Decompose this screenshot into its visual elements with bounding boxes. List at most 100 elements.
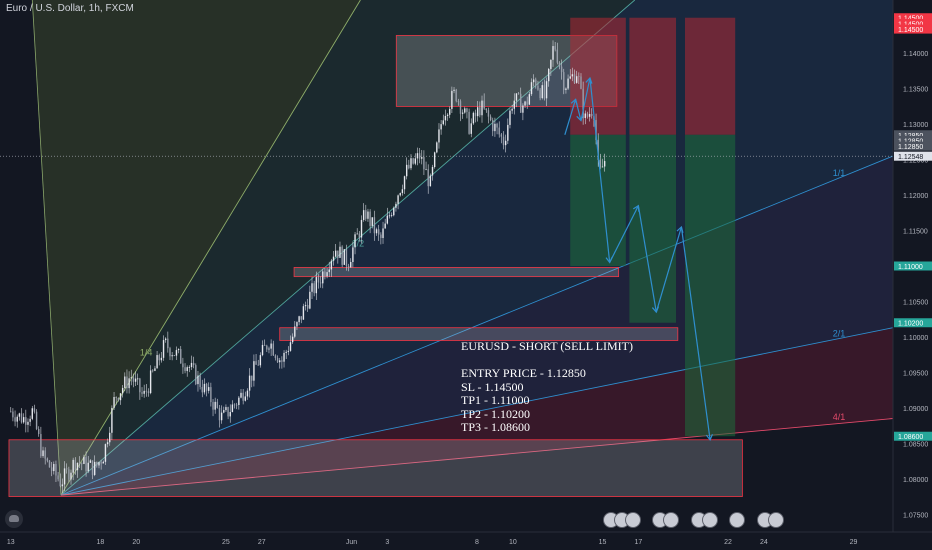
candle-body <box>210 387 212 403</box>
avatar-icon[interactable] <box>767 512 784 528</box>
candle-body <box>38 428 40 435</box>
candle-body <box>511 108 513 111</box>
candle-body <box>554 46 556 50</box>
candle-body <box>324 271 326 277</box>
candle-body <box>109 432 111 443</box>
candle-body <box>438 129 440 143</box>
candle-body <box>261 344 264 356</box>
candle-body <box>451 90 453 109</box>
y-tick-label: 1.09500 <box>903 370 928 377</box>
candle-body <box>259 355 262 366</box>
avatar-icon[interactable] <box>729 512 746 528</box>
candle-body <box>180 349 182 364</box>
candle-body <box>74 459 77 471</box>
candle-body <box>410 158 412 169</box>
candle-body <box>532 79 535 83</box>
candle-body <box>291 336 294 343</box>
candle-body <box>427 169 429 187</box>
candle-body <box>513 100 515 109</box>
candle-body <box>472 112 475 124</box>
candle-body <box>586 113 589 117</box>
candle-body <box>164 338 167 341</box>
candle-body <box>535 79 537 86</box>
candle-body <box>68 469 70 480</box>
candle-body <box>418 153 421 159</box>
candle-body <box>57 475 59 480</box>
candle-body <box>543 85 546 99</box>
candle-body <box>253 361 255 381</box>
candle-body <box>560 66 563 73</box>
x-tick-label: 24 <box>760 539 768 546</box>
note-line <box>461 354 633 368</box>
trade-note: EURUSD - SHORT (SELL LIMIT) ENTRY PRICE … <box>461 339 633 435</box>
candle-body <box>102 461 104 464</box>
candle-body <box>42 450 44 457</box>
candle-body <box>72 459 74 473</box>
candle-body <box>212 402 214 410</box>
candle-body <box>12 411 14 418</box>
candle-body <box>184 367 186 372</box>
candle-body <box>494 123 496 132</box>
note-line: TP2 - 1.10200 <box>461 406 530 421</box>
candle-body <box>548 68 550 82</box>
avatar-icon[interactable] <box>701 512 718 528</box>
candle-body <box>414 158 416 164</box>
candle-body <box>412 158 414 164</box>
candle-body <box>313 283 315 294</box>
chart-svg[interactable]: 1/4 1/2 1/1 2/1 4/1 1.07500 1.08000 1.08500 1.09… <box>0 0 932 550</box>
candle-body <box>524 101 526 106</box>
candle-body <box>575 76 578 83</box>
avatar-icon[interactable] <box>625 512 641 528</box>
candle-body <box>350 262 352 268</box>
price-label: 1.11000 <box>898 264 923 271</box>
candle-body <box>423 157 425 170</box>
candle-body <box>337 250 339 258</box>
candle-body <box>603 161 606 167</box>
candle-body <box>384 223 386 229</box>
candle-body <box>408 164 410 169</box>
candle-body <box>244 396 247 401</box>
candle-body <box>341 246 343 265</box>
candle-body <box>59 479 61 487</box>
candle-body <box>214 401 216 410</box>
candle-body <box>162 340 165 358</box>
candle-body <box>132 377 135 382</box>
candle-body <box>91 460 94 475</box>
trade-stop-zone <box>629 17 677 135</box>
fan-label: 1/2 <box>352 239 365 249</box>
candle-body <box>50 467 53 472</box>
candle-body <box>304 305 307 307</box>
candle-body <box>563 72 565 90</box>
candle-body <box>225 407 227 411</box>
x-tick-label: 13 <box>7 539 15 546</box>
candle-body <box>453 89 455 91</box>
candle-body <box>367 211 369 219</box>
candle-body <box>464 108 466 113</box>
y-tick-label: 1.08000 <box>903 477 928 484</box>
price-label: 1.12548 <box>898 154 923 161</box>
idea-icons[interactable] <box>603 512 784 533</box>
candle-body <box>171 355 173 357</box>
candle-body <box>498 127 500 135</box>
x-tick-label: 15 <box>599 539 607 546</box>
y-tick-label: 1.12000 <box>903 193 928 200</box>
y-tick-label: 1.14000 <box>903 51 928 58</box>
avatar-icon[interactable] <box>663 512 680 528</box>
candle-body <box>48 460 51 468</box>
candle-body <box>541 85 543 99</box>
candle-body <box>571 74 574 77</box>
candle-body <box>89 460 92 463</box>
candle-body <box>93 461 96 475</box>
candle-body <box>457 100 460 102</box>
candle-body <box>528 94 531 105</box>
note-line: EURUSD - SHORT (SELL LIMIT) <box>461 339 633 353</box>
candle-body <box>455 89 457 101</box>
candle-body <box>425 169 427 171</box>
note-line: ENTRY PRICE - 1.12850 <box>461 366 586 380</box>
candle-body <box>502 136 505 146</box>
candle-body <box>380 234 382 239</box>
logo-icon[interactable] <box>5 510 23 528</box>
candle-body <box>121 387 124 394</box>
candle-body <box>347 265 350 268</box>
candle-body <box>279 360 281 363</box>
